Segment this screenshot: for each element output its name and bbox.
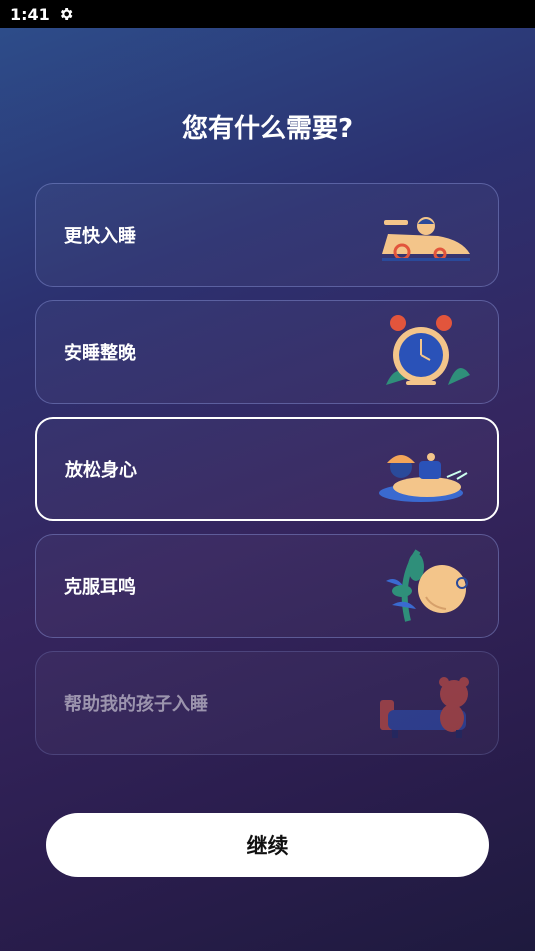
option-fall-asleep-faster[interactable]: 更快入睡 bbox=[35, 183, 499, 287]
option-label: 放松身心 bbox=[65, 460, 137, 481]
alarm-clock-illustration-icon bbox=[386, 315, 470, 385]
status-time: 1:41 bbox=[10, 4, 50, 24]
option-overcome-tinnitus[interactable]: 克服耳鸣 bbox=[35, 534, 499, 638]
option-label: 更快入睡 bbox=[64, 226, 136, 247]
option-sleep-through-night[interactable]: 安睡整晚 bbox=[35, 300, 499, 404]
option-label: 帮助我的孩子入睡 bbox=[64, 694, 208, 715]
option-help-child-sleep[interactable]: 帮助我的孩子入睡 bbox=[35, 651, 499, 755]
race-car-illustration-icon bbox=[382, 217, 470, 261]
ear-plants-illustration-icon bbox=[386, 549, 468, 622]
teddy-bear-bed-illustration-icon bbox=[380, 677, 469, 738]
option-label: 克服耳鸣 bbox=[64, 577, 136, 598]
status-bar: 1:41 bbox=[0, 0, 535, 28]
page-title: 您有什么需要? bbox=[181, 114, 354, 144]
option-label: 安睡整晚 bbox=[64, 343, 136, 364]
continue-button[interactable]: 继续 bbox=[46, 813, 489, 877]
gear-icon bbox=[60, 8, 73, 20]
float-relax-illustration-icon bbox=[379, 453, 468, 502]
option-relax[interactable]: 放松身心 bbox=[35, 417, 499, 521]
